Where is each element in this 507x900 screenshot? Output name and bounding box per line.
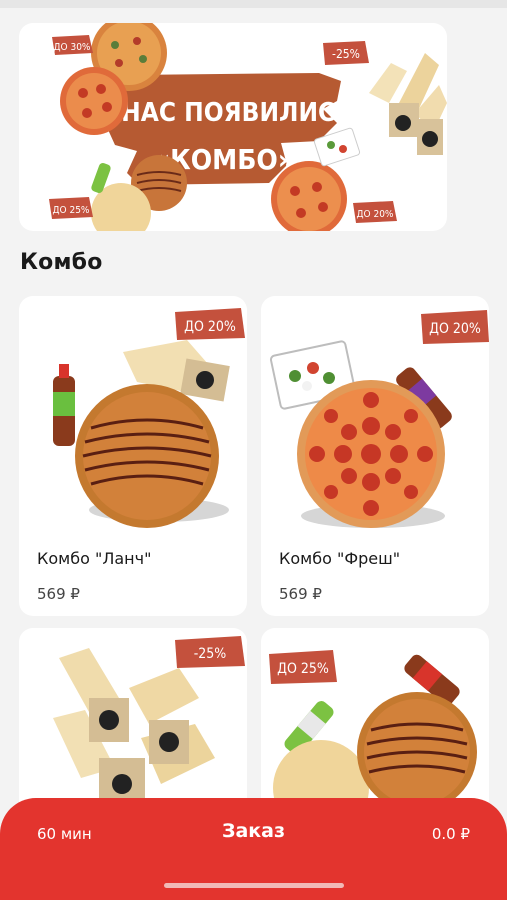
product-image (53, 648, 215, 808)
product-price: 569 ₽ (37, 585, 80, 603)
svg-text:ДО 20%: ДО 20% (429, 321, 481, 337)
product-name: Комбо "Фреш" (279, 549, 401, 568)
banner-headline-line1: У НАС ПОЯВИЛИСЬ (95, 98, 353, 128)
banner-pepperoni-pizza-image (60, 67, 128, 135)
product-card-lunch[interactable]: ДО 20% Комбо "Ланч" 569 ₽ (19, 296, 247, 616)
top-strip (0, 0, 507, 8)
banner-badge-bottom-left: ДО 25% (49, 197, 93, 219)
product-badge: ДО 20% (175, 308, 245, 340)
home-indicator (164, 883, 344, 888)
banner-badge-top-left: ДО 30% (52, 35, 93, 55)
section-title: Комбо (20, 250, 103, 275)
product-price: 569 ₽ (279, 585, 322, 603)
product-card-fresh[interactable]: ДО 20% Комбо "Фреш" 569 ₽ (261, 296, 489, 616)
promo-banner[interactable]: У НАС ПОЯВИЛИСЬ «КОМБО» ДО 30% -25% ДО 2… (19, 23, 447, 231)
product-badge: ДО 20% (421, 310, 489, 344)
svg-text:ДО 20%: ДО 20% (357, 209, 394, 220)
product-badge: ДО 25% (269, 650, 337, 684)
svg-text:ДО 25%: ДО 25% (277, 661, 329, 677)
order-total: 0.0 ₽ (431, 825, 470, 843)
svg-text:ДО 20%: ДО 20% (184, 319, 236, 335)
banner-badge-top-right: -25% (323, 41, 369, 65)
product-badge: -25% (175, 636, 245, 668)
banner-shawarma-image (369, 53, 447, 155)
product-image (53, 340, 230, 528)
svg-text:-25%: -25% (194, 646, 227, 662)
banner-badge-bottom-right: ДО 20% (353, 201, 397, 223)
svg-text:ДО 25%: ДО 25% (53, 205, 90, 216)
product-name: Комбо "Ланч" (37, 549, 152, 568)
svg-text:-25%: -25% (332, 47, 360, 61)
svg-text:ДО 30%: ДО 30% (54, 42, 91, 53)
product-image (269, 340, 452, 528)
